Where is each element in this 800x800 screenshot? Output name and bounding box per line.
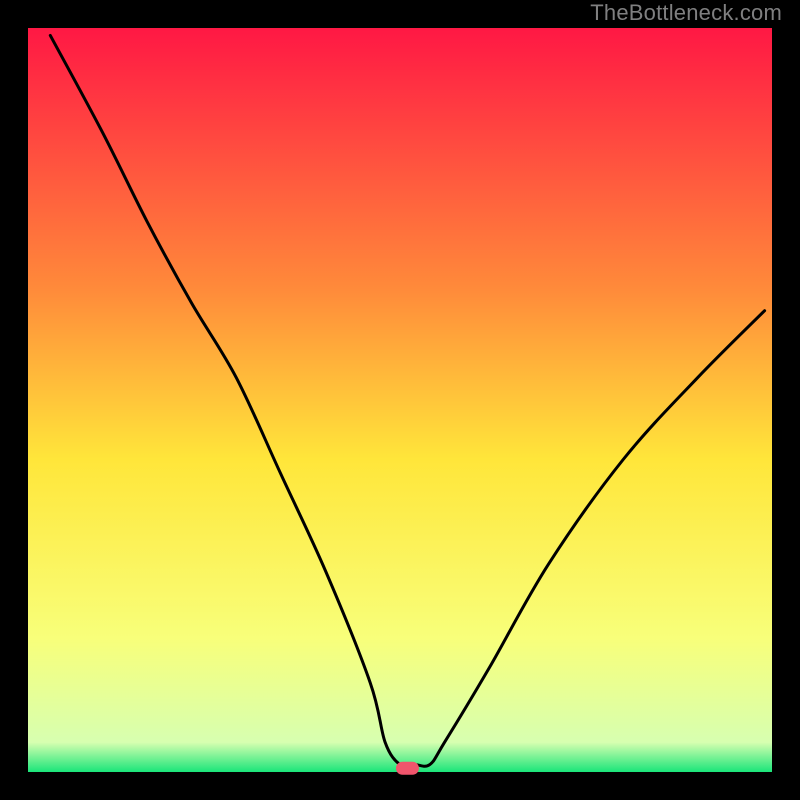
plot-background — [28, 28, 772, 772]
chart-frame: TheBottleneck.com — [0, 0, 800, 800]
bottleneck-chart — [0, 0, 800, 800]
optimal-marker — [396, 762, 418, 774]
watermark-label: TheBottleneck.com — [590, 0, 782, 26]
